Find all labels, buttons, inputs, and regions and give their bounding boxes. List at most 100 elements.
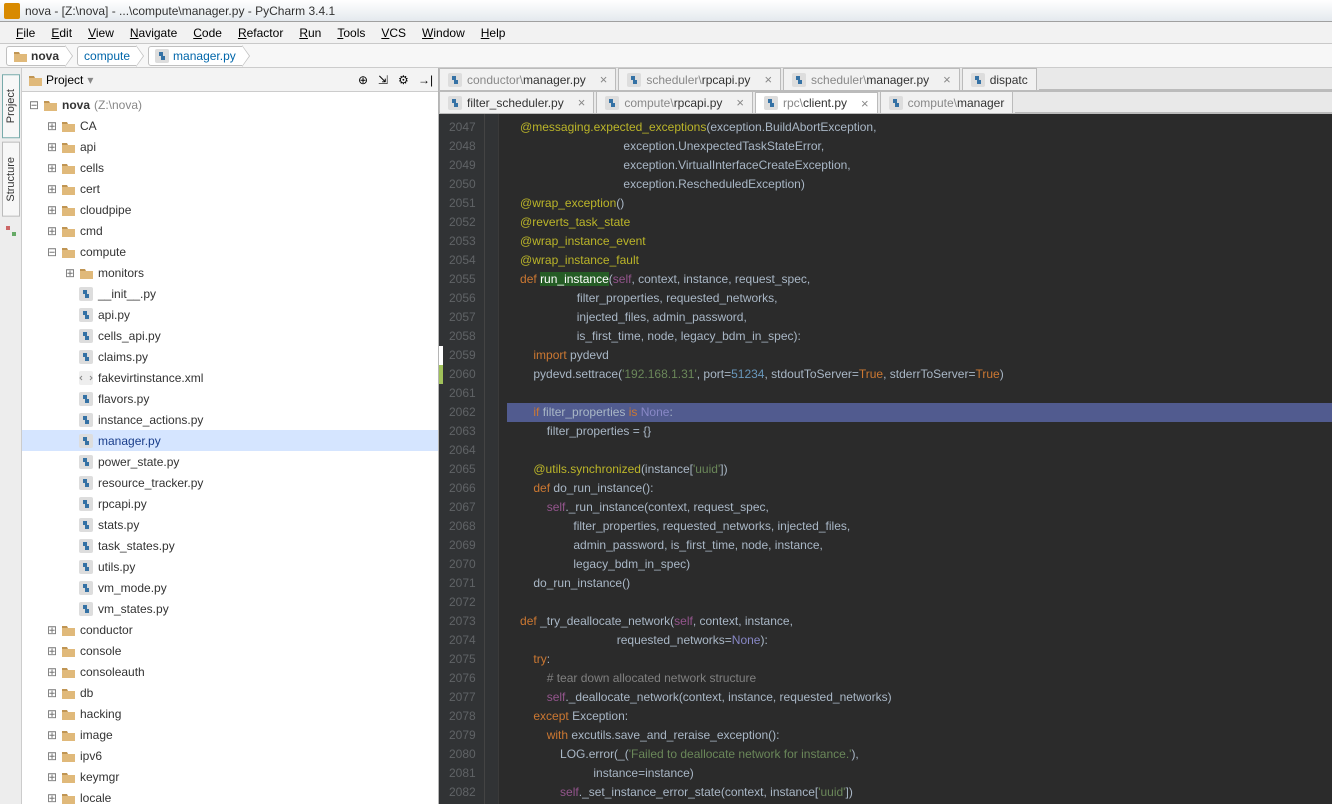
menu-refactor[interactable]: Refactor <box>230 24 291 42</box>
code-line[interactable]: if filter_properties is None: <box>507 403 1332 422</box>
editor-tab[interactable]: scheduler\manager.py× <box>783 68 960 90</box>
line-number[interactable]: 2067 <box>449 498 476 517</box>
tree-node[interactable]: ⊟compute <box>22 241 438 262</box>
tree-node[interactable]: claims.py <box>22 346 438 367</box>
code-line[interactable]: # tear down allocated network structure <box>507 669 1332 688</box>
line-number[interactable]: 2068 <box>449 517 476 536</box>
tree-toggle[interactable]: ⊞ <box>46 119 58 133</box>
line-number[interactable]: 2052 <box>449 213 476 232</box>
editor-tab[interactable]: scheduler\rpcapi.py× <box>618 68 781 90</box>
tree-node[interactable]: ⊞ipv6 <box>22 745 438 766</box>
code-line[interactable]: @wrap_instance_event <box>507 232 1332 251</box>
tree-node[interactable]: ⊞hacking <box>22 703 438 724</box>
editor-tab[interactable]: conductor\manager.py× <box>439 68 616 90</box>
tree-node[interactable]: instance_actions.py <box>22 409 438 430</box>
line-number[interactable]: 2050 <box>449 175 476 194</box>
code-line[interactable]: do_run_instance() <box>507 574 1332 593</box>
editor-tab[interactable]: compute\rpcapi.py× <box>596 91 753 113</box>
code-line[interactable]: is_first_time, node, legacy_bdm_in_spec)… <box>507 327 1332 346</box>
breadcrumb-segment[interactable]: manager.py <box>148 46 243 66</box>
tree-node[interactable]: manager.py <box>22 430 438 451</box>
tree-node[interactable]: power_state.py <box>22 451 438 472</box>
line-number[interactable]: 2072 <box>449 593 476 612</box>
close-icon[interactable]: × <box>943 73 951 86</box>
line-number[interactable]: 2065 <box>449 460 476 479</box>
tree-node[interactable]: stats.py <box>22 514 438 535</box>
tree-node[interactable]: fakevirtinstance.xml <box>22 367 438 388</box>
code-line[interactable] <box>507 384 1332 403</box>
line-number[interactable]: 2079 <box>449 726 476 745</box>
menu-file[interactable]: File <box>8 24 43 42</box>
line-number[interactable]: 2062 <box>449 403 476 422</box>
menu-view[interactable]: View <box>80 24 122 42</box>
line-number[interactable]: 2081 <box>449 764 476 783</box>
code-line[interactable]: try: <box>507 650 1332 669</box>
line-number[interactable]: 2063 <box>449 422 476 441</box>
tree-node[interactable]: __init__.py <box>22 283 438 304</box>
tree-node[interactable]: flavors.py <box>22 388 438 409</box>
code-line[interactable]: exception.VirtualInterfaceCreateExceptio… <box>507 156 1332 175</box>
tree-toggle[interactable]: ⊞ <box>46 791 58 804</box>
tree-node[interactable]: cells_api.py <box>22 325 438 346</box>
tree-toggle[interactable]: ⊞ <box>46 749 58 763</box>
editor-tab[interactable]: compute\manager <box>880 91 1014 113</box>
code-line[interactable]: @reverts_task_state <box>507 213 1332 232</box>
tree-node[interactable]: ⊟nova(Z:\nova) <box>22 94 438 115</box>
tree-node[interactable]: ⊞image <box>22 724 438 745</box>
tree-node[interactable]: ⊞conductor <box>22 619 438 640</box>
code-line[interactable]: filter_properties, requested_networks, <box>507 289 1332 308</box>
code-line[interactable]: self._deallocate_network(context, instan… <box>507 688 1332 707</box>
code-line[interactable]: with excutils.save_and_reraise_exception… <box>507 726 1332 745</box>
tree-node[interactable]: resource_tracker.py <box>22 472 438 493</box>
code-line[interactable]: @messaging.expected_exceptions(exception… <box>507 118 1332 137</box>
code-line[interactable]: filter_properties = {} <box>507 422 1332 441</box>
line-number[interactable]: 2048 <box>449 137 476 156</box>
code-line[interactable]: self._run_instance(context, request_spec… <box>507 498 1332 517</box>
tree-node[interactable]: ⊞cert <box>22 178 438 199</box>
tree-node[interactable]: vm_mode.py <box>22 577 438 598</box>
line-number-gutter[interactable]: 2047204820492050205120522053205420552056… <box>439 114 485 804</box>
tree-toggle[interactable]: ⊞ <box>46 665 58 679</box>
code-line[interactable]: def _try_deallocate_network(self, contex… <box>507 612 1332 631</box>
tree-node[interactable]: ⊞CA <box>22 115 438 136</box>
close-icon[interactable]: × <box>736 96 744 109</box>
code-content[interactable]: @messaging.expected_exceptions(exception… <box>499 114 1332 804</box>
tree-toggle[interactable]: ⊞ <box>46 140 58 154</box>
tree-node[interactable]: api.py <box>22 304 438 325</box>
tree-node[interactable]: rpcapi.py <box>22 493 438 514</box>
target-icon[interactable]: ⊕ <box>358 73 372 87</box>
menu-edit[interactable]: Edit <box>43 24 80 42</box>
tree-toggle[interactable]: ⊞ <box>46 161 58 175</box>
line-number[interactable]: 2060 <box>449 365 476 384</box>
breadcrumb-segment[interactable]: nova <box>6 46 66 66</box>
tree-toggle[interactable]: ⊟ <box>28 98 40 112</box>
fold-column[interactable] <box>485 114 499 804</box>
code-line[interactable]: filter_properties, requested_networks, i… <box>507 517 1332 536</box>
line-number[interactable]: 2074 <box>449 631 476 650</box>
tree-toggle[interactable]: ⊞ <box>46 224 58 238</box>
tree-toggle[interactable]: ⊞ <box>46 203 58 217</box>
line-number[interactable]: 2069 <box>449 536 476 555</box>
line-number[interactable]: 2075 <box>449 650 476 669</box>
line-number[interactable]: 2073 <box>449 612 476 631</box>
line-number[interactable]: 2064 <box>449 441 476 460</box>
gear-icon[interactable]: ⚙ <box>398 73 412 87</box>
tree-toggle[interactable]: ⊞ <box>46 623 58 637</box>
line-number[interactable]: 2057 <box>449 308 476 327</box>
tree-toggle[interactable]: ⊞ <box>46 728 58 742</box>
code-line[interactable]: except Exception: <box>507 707 1332 726</box>
tree-node[interactable]: ⊞console <box>22 640 438 661</box>
tree-node[interactable]: ⊞cells <box>22 157 438 178</box>
line-number[interactable]: 2070 <box>449 555 476 574</box>
line-number[interactable]: 2059 <box>449 346 476 365</box>
tree-toggle[interactable]: ⊞ <box>46 644 58 658</box>
line-number[interactable]: 2066 <box>449 479 476 498</box>
code-line[interactable]: @wrap_exception() <box>507 194 1332 213</box>
editor-tab[interactable]: filter_scheduler.py× <box>439 91 594 113</box>
code-line[interactable]: @wrap_instance_fault <box>507 251 1332 270</box>
code-line[interactable] <box>507 593 1332 612</box>
menu-code[interactable]: Code <box>185 24 230 42</box>
side-tab-project[interactable]: Project <box>2 74 20 138</box>
code-line[interactable] <box>507 441 1332 460</box>
code-line[interactable]: exception.UnexpectedTaskStateError, <box>507 137 1332 156</box>
